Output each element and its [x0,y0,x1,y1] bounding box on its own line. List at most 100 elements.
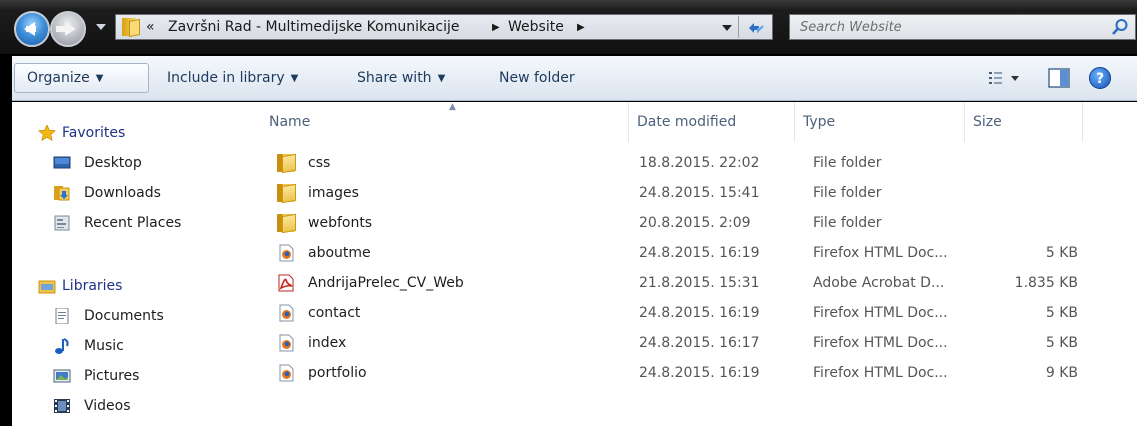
file-type: Adobe Acrobat D... [813,275,945,291]
include-in-library-button[interactable]: Include in library ▼ [167,70,298,86]
nav-item-pictures[interactable]: Pictures [12,363,242,391]
breadcrumb-separator-icon[interactable]: ▶ [577,22,585,33]
documents-icon [55,308,69,324]
file-name: webfonts [308,215,373,231]
music-icon [55,338,69,354]
file-name: AndrijaPrelec_CV_Web [308,275,464,291]
nav-item-label: Documents [84,308,164,324]
nav-favorites[interactable]: Favorites [12,120,242,148]
file-date: 21.8.2015. 15:31 [639,275,760,291]
table-row[interactable]: contact 24.8.2015. 16:19 Firefox HTML Do… [261,298,1093,328]
nav-item-desktop[interactable]: Desktop [12,150,242,178]
address-bar[interactable]: « Završni Rad - Multimedijske Komunikaci… [115,14,773,40]
file-type: Firefox HTML Doc... [813,335,948,351]
title-bar: « Završni Rad - Multimedijske Komunikaci… [0,0,1137,54]
column-header-label: Size [973,114,1002,130]
libraries-icon [38,280,56,294]
table-row[interactable]: index 24.8.2015. 16:17 Firefox HTML Doc.… [261,328,1093,358]
search-icon[interactable] [1111,18,1129,36]
nav-libraries-label: Libraries [62,278,123,294]
breadcrumb-separator-icon[interactable]: ▶ [492,22,500,33]
column-header-label: Name [269,114,311,130]
column-header-date-modified[interactable]: Date modified [629,102,795,142]
downloads-icon [54,186,70,201]
file-type: Firefox HTML Doc... [813,365,948,381]
firefox-html-icon [279,334,294,352]
explorer-content: Favorites Desktop Downloads Recent Place… [12,102,1137,426]
file-date: 18.8.2015. 22:02 [639,155,760,171]
videos-icon [54,399,70,413]
help-button[interactable]: ? [1089,67,1111,89]
share-with-label: Share with [357,70,432,86]
column-header-label: Date modified [637,114,737,130]
nav-item-label: Videos [84,398,131,414]
help-icon: ? [1095,71,1105,87]
search-input[interactable] [790,15,1100,39]
file-list: Name ▲ Date modified Type Size css 18.8.… [251,102,1137,426]
navigation-pane: Favorites Desktop Downloads Recent Place… [12,102,250,426]
search-box [789,14,1136,40]
recent-pages-dropdown-icon[interactable] [96,24,106,30]
refresh-icon [748,23,764,34]
chevron-down-icon: ▼ [95,73,104,84]
desktop-icon [53,156,71,169]
table-row[interactable]: webfonts 20.8.2015. 2:09 File folder [261,208,1093,238]
pictures-icon [53,369,71,383]
file-date: 24.8.2015. 16:19 [639,365,760,381]
file-date: 24.8.2015. 16:17 [639,335,760,351]
chevron-down-icon: ▼ [290,73,299,84]
nav-item-videos[interactable]: Videos [12,393,242,421]
refresh-button[interactable] [738,16,772,38]
folder-icon [277,154,295,172]
back-button[interactable] [14,11,50,47]
column-header-label: Type [803,114,836,130]
file-date: 24.8.2015. 16:19 [639,305,760,321]
sort-ascending-icon: ▲ [449,102,456,112]
folder-icon [277,214,295,232]
nav-favorites-label: Favorites [62,125,126,141]
file-type: Firefox HTML Doc... [813,305,948,321]
file-name: images [308,185,359,201]
chevron-down-icon: ▼ [437,73,446,84]
back-arrow-icon [24,22,36,36]
nav-item-recent-places[interactable]: Recent Places [12,210,242,238]
nav-item-documents[interactable]: Documents [12,303,242,331]
column-header-size[interactable]: Size [965,102,1083,142]
file-name: portfolio [308,365,367,381]
firefox-html-icon [279,364,294,382]
breadcrumb-item[interactable]: Website [508,19,564,35]
nav-libraries[interactable]: Libraries [12,273,242,301]
column-header-name[interactable]: Name ▲ [261,102,629,142]
table-row[interactable]: css 18.8.2015. 22:02 File folder [261,148,1093,178]
file-type: File folder [813,215,882,231]
forward-button[interactable] [50,11,86,47]
organize-label: Organize [27,70,90,86]
file-name: contact [308,305,361,321]
file-type: File folder [813,155,882,171]
nav-item-downloads[interactable]: Downloads [12,180,242,208]
nav-item-label: Desktop [84,155,142,171]
share-with-button[interactable]: Share with ▼ [357,70,445,86]
preview-pane-button[interactable] [1047,67,1071,89]
organize-button[interactable]: Organize ▼ [14,63,149,93]
table-row[interactable]: portfolio 24.8.2015. 16:19 Firefox HTML … [261,358,1093,388]
file-date: 20.8.2015. 2:09 [639,215,751,231]
nav-item-music[interactable]: Music [12,333,242,361]
file-name: aboutme [308,245,371,261]
nav-item-label: Music [84,338,124,354]
table-row[interactable]: images 24.8.2015. 15:41 File folder [261,178,1093,208]
file-type: File folder [813,185,882,201]
address-dropdown-icon[interactable] [722,25,732,31]
view-list-icon [989,72,1019,84]
column-header-type[interactable]: Type [795,102,965,142]
address-overflow-button[interactable]: « [146,19,155,35]
folder-icon [277,184,295,202]
table-row[interactable]: aboutme 24.8.2015. 16:19 Firefox HTML Do… [261,238,1093,268]
table-row[interactable]: AndrijaPrelec_CV_Web 21.8.2015. 15:31 Ad… [261,268,1093,298]
change-view-button[interactable] [988,69,1028,89]
file-date: 24.8.2015. 15:41 [639,185,760,201]
new-folder-button[interactable]: New folder [499,70,575,86]
file-name: index [308,335,347,351]
file-type: Firefox HTML Doc... [813,245,948,261]
breadcrumb-item[interactable]: Završni Rad - Multimedijske Komunikacije [168,19,460,35]
